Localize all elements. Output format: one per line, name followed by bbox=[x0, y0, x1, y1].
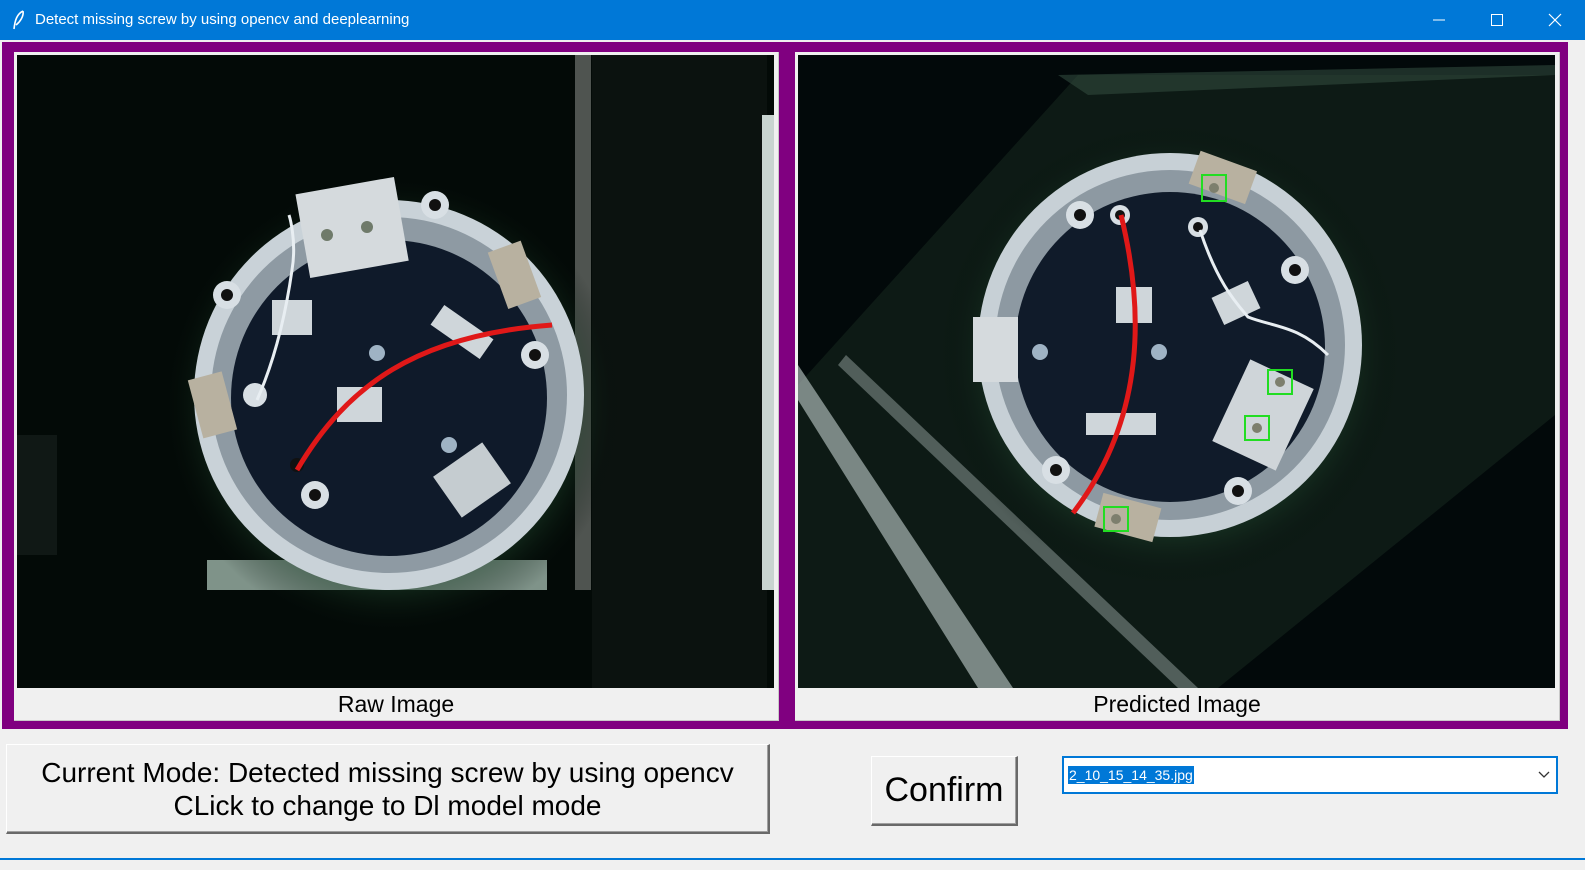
file-select-value: 2_10_15_14_35.jpg bbox=[1068, 766, 1194, 784]
predicted-image-panel: Predicted Image bbox=[795, 52, 1560, 721]
minimize-button[interactable] bbox=[1410, 0, 1468, 40]
maximize-button[interactable] bbox=[1468, 0, 1526, 40]
close-icon bbox=[1548, 13, 1562, 27]
raw-image bbox=[17, 55, 774, 688]
minimize-icon bbox=[1433, 19, 1445, 21]
mode-switch-hint: CLick to change to Dl model mode bbox=[173, 790, 602, 821]
mode-status-text: Current Mode: Detected missing screw by … bbox=[41, 757, 734, 788]
confirm-button[interactable]: Confirm bbox=[871, 756, 1018, 826]
mode-toggle-button[interactable]: Current Mode: Detected missing screw by … bbox=[6, 744, 770, 834]
predicted-image bbox=[798, 55, 1555, 688]
file-select[interactable]: 2_10_15_14_35.jpg bbox=[1062, 756, 1558, 794]
close-button[interactable] bbox=[1526, 0, 1584, 40]
raw-image-caption: Raw Image bbox=[337, 691, 455, 717]
feather-icon bbox=[13, 10, 24, 30]
title-bar: Detect missing screw by using opencv and… bbox=[0, 0, 1585, 40]
chevron-down-icon[interactable] bbox=[1538, 771, 1550, 779]
maximize-icon bbox=[1491, 14, 1503, 26]
raw-image-panel: Raw Image bbox=[14, 52, 779, 721]
window-bottom-border bbox=[0, 858, 1585, 860]
window-title: Detect missing screw by using opencv and… bbox=[35, 11, 410, 28]
predicted-image-caption: Predicted Image bbox=[1093, 691, 1261, 717]
